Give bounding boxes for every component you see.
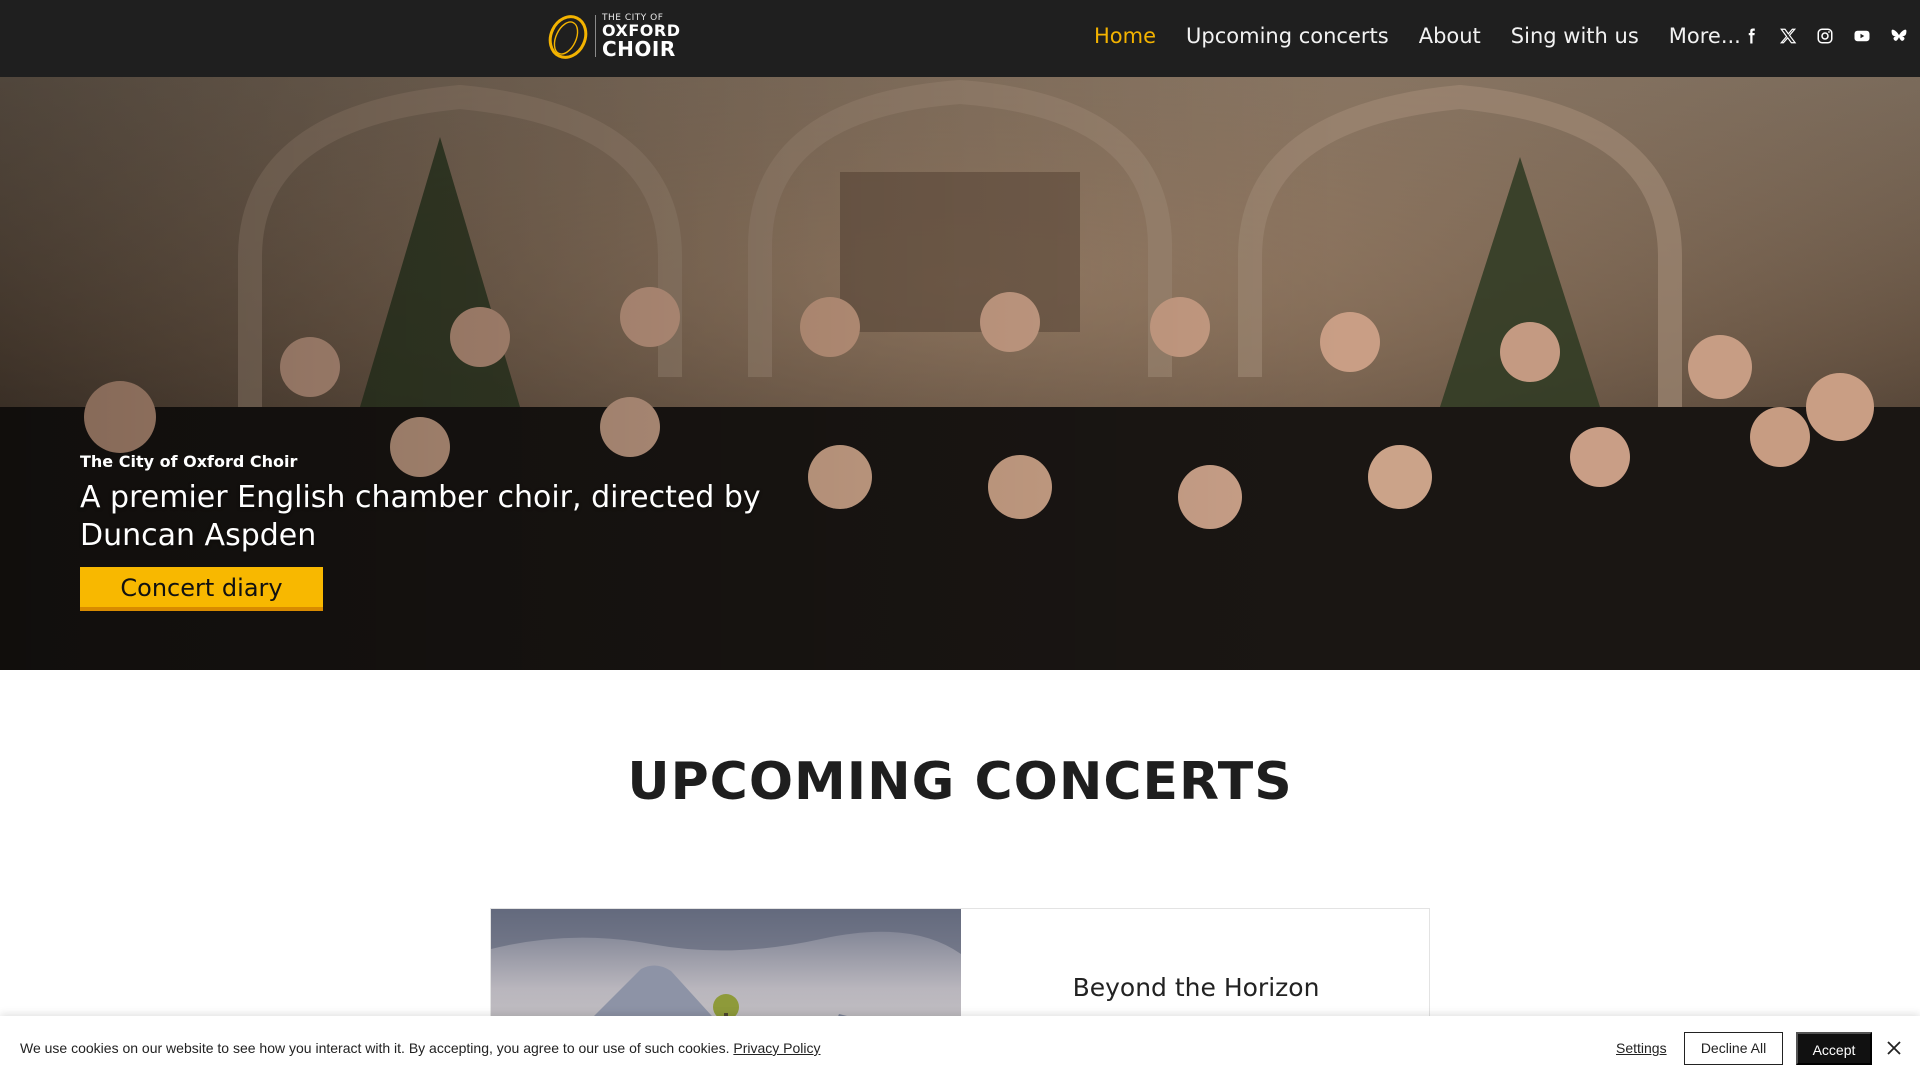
concert-title[interactable]: Beyond the Horizon: [961, 973, 1429, 1002]
nav-upcoming-concerts[interactable]: Upcoming concerts: [1186, 20, 1389, 52]
site-header: THE CITY OF OXFORD CHOIR Home Upcoming c…: [0, 0, 1920, 77]
x-icon[interactable]: [1769, 22, 1806, 50]
accept-button[interactable]: Accept: [1796, 1032, 1872, 1065]
cookie-message: We use cookies on our website to see how…: [20, 1040, 821, 1056]
cookie-message-text: We use cookies on our website to see how…: [20, 1040, 730, 1056]
main-nav: Home Upcoming concerts About Sing with u…: [1094, 20, 1771, 52]
social-links: [1732, 22, 1917, 50]
instagram-icon[interactable]: [1806, 22, 1843, 50]
cookie-banner: We use cookies on our website to see how…: [0, 1016, 1920, 1080]
nav-sing-with-us[interactable]: Sing with us: [1511, 20, 1639, 52]
hero-title: A premier English chamber choir, directe…: [80, 480, 761, 553]
close-icon[interactable]: [1884, 1038, 1904, 1058]
youtube-icon[interactable]: [1843, 22, 1880, 50]
cookie-settings-link[interactable]: Settings: [1616, 1040, 1667, 1056]
nav-about[interactable]: About: [1419, 20, 1481, 52]
hero-content: The City of Oxford Choir A premier Engli…: [80, 452, 780, 611]
upcoming-concerts-heading: UPCOMING CONCERTS: [627, 752, 1293, 812]
bluesky-icon[interactable]: [1880, 22, 1917, 50]
logo-mark-icon: [548, 15, 588, 59]
logo-divider: [595, 15, 596, 57]
logo-line-3: CHOIR: [602, 36, 676, 61]
nav-home[interactable]: Home: [1094, 20, 1156, 52]
site-logo[interactable]: THE CITY OF OXFORD CHOIR: [543, 12, 681, 60]
facebook-icon[interactable]: [1732, 22, 1769, 50]
nav-more[interactable]: More...: [1669, 20, 1741, 52]
logo-wordmark: THE CITY OF OXFORD CHOIR: [602, 13, 681, 61]
hero-eyebrow: The City of Oxford Choir: [80, 452, 298, 471]
privacy-policy-link[interactable]: Privacy Policy: [733, 1040, 820, 1056]
decline-all-button[interactable]: Decline All: [1684, 1032, 1783, 1065]
hero-banner: The City of Oxford Choir A premier Engli…: [0, 77, 1920, 670]
concert-diary-button[interactable]: Concert diary: [80, 567, 323, 611]
